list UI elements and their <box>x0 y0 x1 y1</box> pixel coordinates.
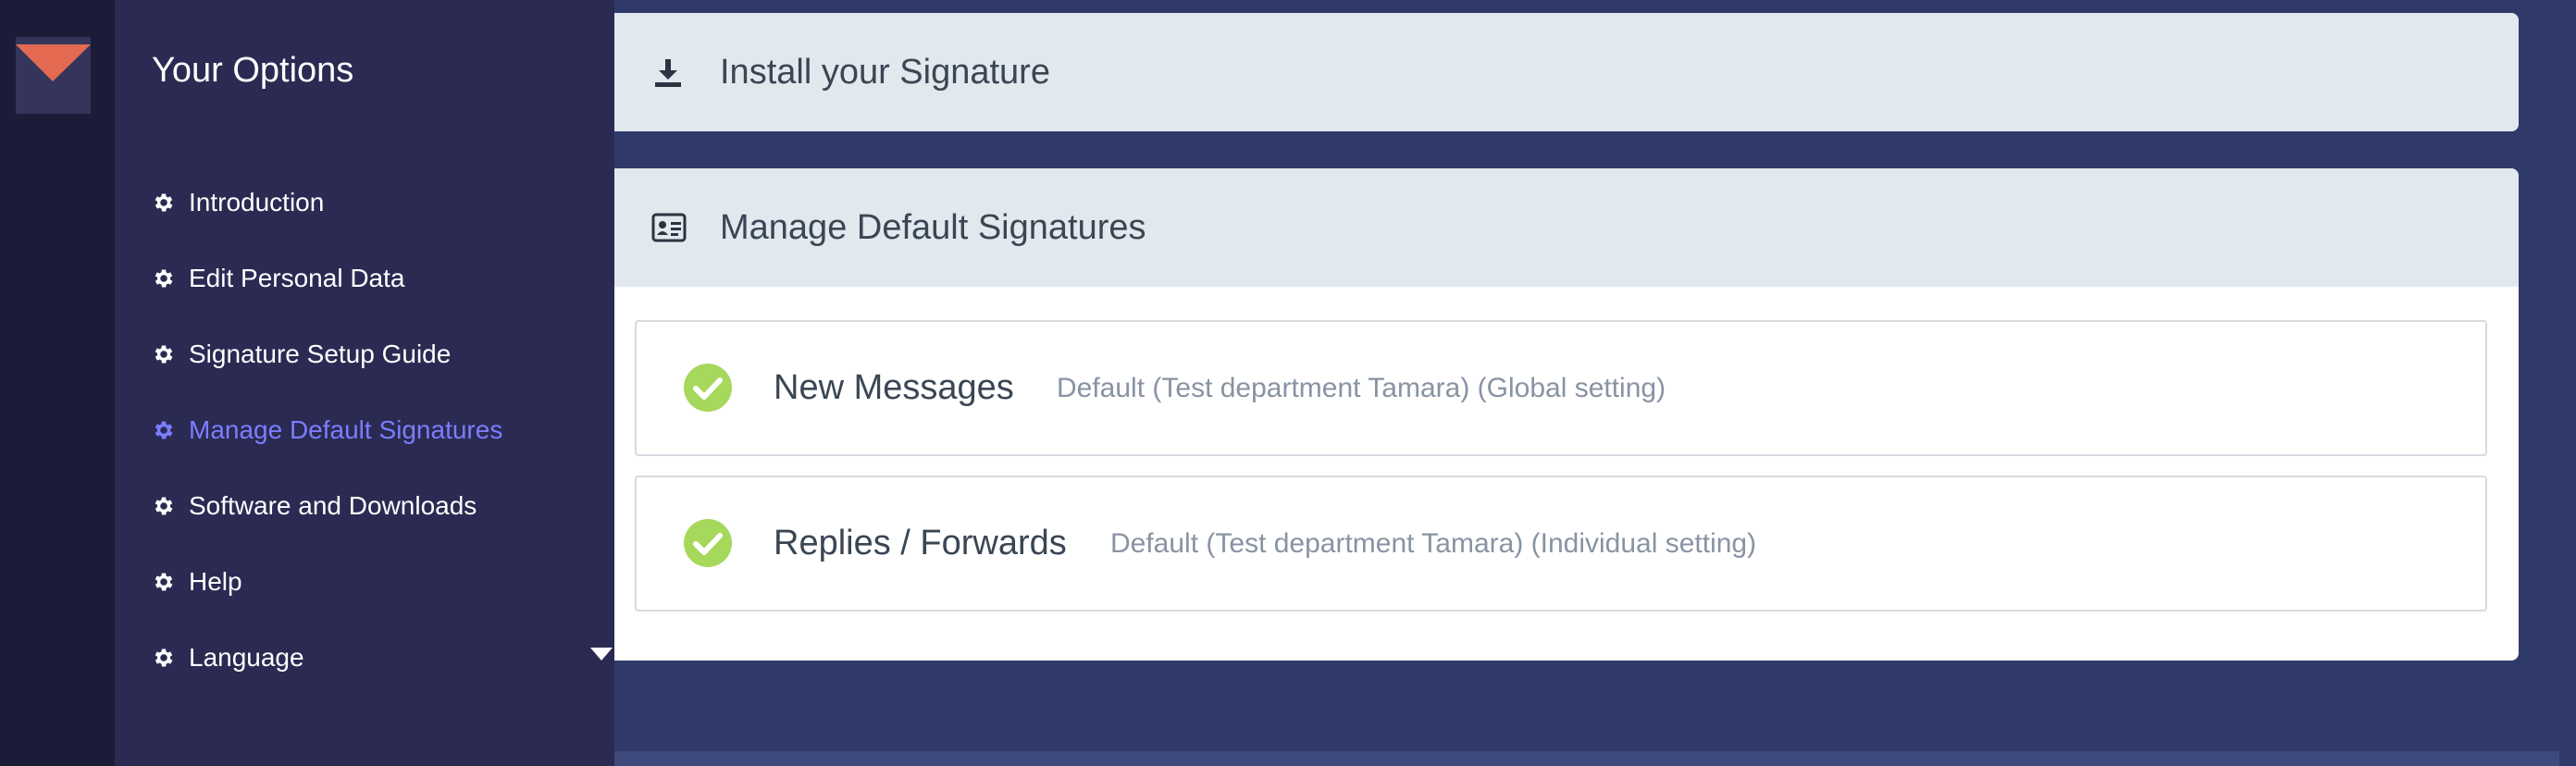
signature-row-description: Default (Test department Tamara) (Global… <box>1057 373 1666 403</box>
signature-row-name: Replies / Forwards <box>774 524 1067 562</box>
signature-row-replies-forwards[interactable]: Replies / Forwards Default (Test departm… <box>635 476 2487 612</box>
gear-icon <box>155 421 173 439</box>
gear-icon <box>155 345 173 364</box>
menu-item-introduction[interactable]: Introduction <box>152 179 596 226</box>
manage-signatures-title: Manage Default Signatures <box>720 208 1146 247</box>
signature-row-name: New Messages <box>774 368 1014 407</box>
install-signature-header[interactable]: Install your Signature <box>614 13 2519 131</box>
menu-item-label: Help <box>189 567 242 596</box>
menu-item-label: Edit Personal Data <box>189 264 405 292</box>
install-signature-panel: Install your Signature <box>614 13 2519 131</box>
menu-item-label: Signature Setup Guide <box>189 340 452 368</box>
menu-item-label: Introduction <box>189 188 325 216</box>
signature-row-new-messages[interactable]: New Messages Default (Test department Ta… <box>635 320 2487 456</box>
options-menu: Your Options Introduction Edit Personal … <box>115 0 614 766</box>
gear-icon <box>155 649 173 667</box>
next-panel-edge <box>614 751 2559 766</box>
gear-icon <box>155 193 173 212</box>
menu-item-edit-personal-data[interactable]: Edit Personal Data <box>152 255 596 302</box>
menu-item-label: Software and Downloads <box>189 491 477 520</box>
download-icon <box>655 59 681 87</box>
gear-icon <box>155 269 173 288</box>
check-circle-icon <box>684 364 732 412</box>
id-card-icon <box>651 213 687 242</box>
manage-signatures-panel: Manage Default Signatures New Messages D… <box>614 168 2519 661</box>
menu-item-signature-setup-guide[interactable]: Signature Setup Guide <box>152 331 596 377</box>
menu-item-software-and-downloads[interactable]: Software and Downloads <box>152 483 596 529</box>
caret-down-icon[interactable] <box>590 648 613 662</box>
gear-icon <box>155 497 173 515</box>
menu-item-manage-default-signatures[interactable]: Manage Default Signatures <box>152 407 596 453</box>
menu-item-label: Manage Default Signatures <box>189 415 503 444</box>
menu-item-language[interactable]: Language <box>152 635 613 681</box>
menu-title: Your Options <box>152 51 354 90</box>
menu-item-label: Language <box>189 643 304 672</box>
manage-signatures-header[interactable]: Manage Default Signatures <box>614 168 2519 287</box>
app-logo[interactable] <box>16 37 91 114</box>
install-signature-title: Install your Signature <box>720 53 1050 92</box>
menu-item-help[interactable]: Help <box>152 559 596 605</box>
check-circle-icon <box>684 519 732 567</box>
gear-icon <box>155 573 173 591</box>
left-rail <box>0 0 115 766</box>
signature-row-description: Default (Test department Tamara) (Indivi… <box>1110 528 1757 559</box>
logo-triangle-icon <box>16 44 91 81</box>
